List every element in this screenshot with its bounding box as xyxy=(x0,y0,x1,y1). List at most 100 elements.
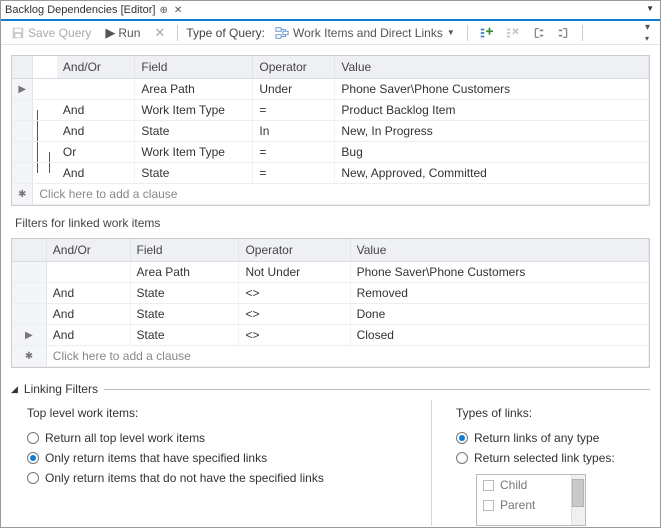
clause-row[interactable]: Area PathNot UnderPhone Saver\Phone Cust… xyxy=(12,262,649,283)
operator-cell[interactable]: Not Under xyxy=(239,262,350,283)
row-gutter[interactable]: ▶ xyxy=(12,79,33,100)
document-tab[interactable]: Backlog Dependencies [Editor] ⊕ ✕ xyxy=(1,0,186,20)
value-cell[interactable]: New, In Progress xyxy=(335,121,649,142)
clause-row[interactable]: ▶AndState<>Closed xyxy=(12,325,649,346)
field-cell[interactable]: State xyxy=(130,283,239,304)
link-type-radio[interactable]: Return links of any type xyxy=(456,428,650,448)
clause-row[interactable]: AndState=New, Approved, Committed xyxy=(12,163,649,184)
row-gutter[interactable] xyxy=(12,283,46,304)
operator-cell[interactable]: = xyxy=(253,163,335,184)
add-clause-placeholder: Click here to add a clause xyxy=(33,184,649,205)
run-button[interactable]: ▶ Run xyxy=(101,24,144,42)
save-icon xyxy=(11,26,25,40)
field-cell[interactable]: State xyxy=(135,163,253,184)
clause-row[interactable]: OrWork Item Type=Bug xyxy=(12,142,649,163)
add-clause-row[interactable]: ✱ Click here to add a clause xyxy=(12,184,649,205)
link-type-label: Parent xyxy=(500,498,535,512)
remove-clause-icon-button[interactable] xyxy=(502,24,522,42)
row-gutter[interactable] xyxy=(12,262,46,283)
andor-cell[interactable] xyxy=(46,262,130,283)
value-cell[interactable]: Phone Saver\Phone Customers xyxy=(335,79,649,100)
group-clause-icon-button[interactable] xyxy=(528,24,548,42)
field-cell[interactable]: Work Item Type xyxy=(135,142,253,163)
row-gutter[interactable] xyxy=(12,142,33,163)
clause-row[interactable]: ▶ Area PathUnderPhone Saver\Phone Custome… xyxy=(12,79,649,100)
col-andor[interactable]: And/Or xyxy=(46,239,130,262)
link-type-label: Child xyxy=(500,478,527,492)
value-cell[interactable]: Removed xyxy=(350,283,648,304)
field-cell[interactable]: Area Path xyxy=(130,262,239,283)
query-type-dropdown[interactable]: Work Items and Direct Links ▼ xyxy=(271,24,459,42)
row-gutter[interactable] xyxy=(12,304,46,325)
clause-row[interactable]: AndStateInNew, In Progress xyxy=(12,121,649,142)
field-cell[interactable]: State xyxy=(130,304,239,325)
col-value[interactable]: Value xyxy=(350,239,648,262)
tab-overflow-dropdown[interactable]: ▼ xyxy=(646,4,654,13)
col-andor[interactable]: And/Or xyxy=(57,56,135,79)
andor-cell[interactable]: And xyxy=(57,121,135,142)
clause-row[interactable]: AndState<>Removed xyxy=(12,283,649,304)
operator-cell[interactable]: Under xyxy=(253,79,335,100)
value-cell[interactable]: Closed xyxy=(350,325,648,346)
andor-cell[interactable]: And xyxy=(46,325,130,346)
value-cell[interactable]: Phone Saver\Phone Customers xyxy=(350,262,648,283)
value-cell[interactable]: Bug xyxy=(335,142,649,163)
value-cell[interactable]: New, Approved, Committed xyxy=(335,163,649,184)
scrollbar-thumb[interactable] xyxy=(572,479,584,507)
group-bracket xyxy=(33,100,45,121)
andor-cell[interactable]: And xyxy=(46,304,130,325)
top-level-radio[interactable]: Only return items that have specified li… xyxy=(27,448,431,468)
chevron-down-icon: ▼ xyxy=(447,28,455,37)
col-field[interactable]: Field xyxy=(130,239,239,262)
row-gutter[interactable] xyxy=(12,121,33,142)
col-operator[interactable]: Operator xyxy=(253,56,335,79)
col-value[interactable]: Value xyxy=(335,56,649,79)
group-bracket xyxy=(33,142,45,163)
operator-cell[interactable]: <> xyxy=(239,283,350,304)
close-icon[interactable]: ✕ xyxy=(174,5,182,16)
operator-cell[interactable]: <> xyxy=(239,304,350,325)
andor-cell[interactable]: And xyxy=(57,163,135,184)
operator-cell[interactable]: <> xyxy=(239,325,350,346)
group-bracket xyxy=(45,79,57,100)
link-type-item[interactable]: Child xyxy=(477,475,585,495)
clause-row[interactable]: AndState<>Done xyxy=(12,304,649,325)
top-level-radio[interactable]: Return all top level work items xyxy=(27,428,431,448)
link-types-group: Types of links: Return links of any type… xyxy=(440,406,650,526)
clause-row[interactable]: AndWork Item Type=Product Backlog Item xyxy=(12,100,649,121)
value-cell[interactable]: Done xyxy=(350,304,648,325)
operator-cell[interactable]: In xyxy=(253,121,335,142)
toolbar-overflow[interactable]: ▾▾ xyxy=(645,22,654,44)
link-types-listbox[interactable]: Child Parent xyxy=(476,474,586,526)
andor-cell[interactable]: Or xyxy=(57,142,135,163)
row-gutter[interactable] xyxy=(12,163,33,184)
ungroup-clause-icon-button[interactable] xyxy=(554,24,574,42)
field-cell[interactable]: State xyxy=(135,121,253,142)
row-gutter[interactable]: ▶ xyxy=(12,325,46,346)
operator-cell[interactable]: = xyxy=(253,100,335,121)
col-field[interactable]: Field xyxy=(135,56,253,79)
top-level-radio[interactable]: Only return items that do not have the s… xyxy=(27,468,431,488)
value-cell[interactable]: Product Backlog Item xyxy=(335,100,649,121)
pin-icon[interactable]: ⊕ xyxy=(159,5,167,16)
col-operator[interactable]: Operator xyxy=(239,239,350,262)
row-gutter[interactable] xyxy=(12,100,33,121)
field-cell[interactable]: State xyxy=(130,325,239,346)
top-level-items-group: Top level work items: Return all top lev… xyxy=(11,406,431,526)
andor-cell[interactable]: And xyxy=(57,100,135,121)
andor-cell[interactable] xyxy=(57,79,135,100)
field-cell[interactable]: Work Item Type xyxy=(135,100,253,121)
radio-label: Only return items that have specified li… xyxy=(45,451,267,465)
link-type-radio[interactable]: Return selected link types: xyxy=(456,448,650,468)
collapse-icon[interactable]: ◢ xyxy=(11,384,18,395)
delete-button[interactable]: ✕ xyxy=(150,24,169,41)
radio-label: Return links of any type xyxy=(474,431,599,445)
save-query-button[interactable]: Save Query xyxy=(7,24,95,42)
link-type-item[interactable]: Parent xyxy=(477,495,585,515)
add-clause-icon-button[interactable] xyxy=(476,24,496,42)
add-clause-row[interactable]: ✱ Click here to add a clause xyxy=(12,346,649,367)
operator-cell[interactable]: = xyxy=(253,142,335,163)
andor-cell[interactable]: And xyxy=(46,283,130,304)
group-bracket xyxy=(45,100,57,121)
field-cell[interactable]: Area Path xyxy=(135,79,253,100)
